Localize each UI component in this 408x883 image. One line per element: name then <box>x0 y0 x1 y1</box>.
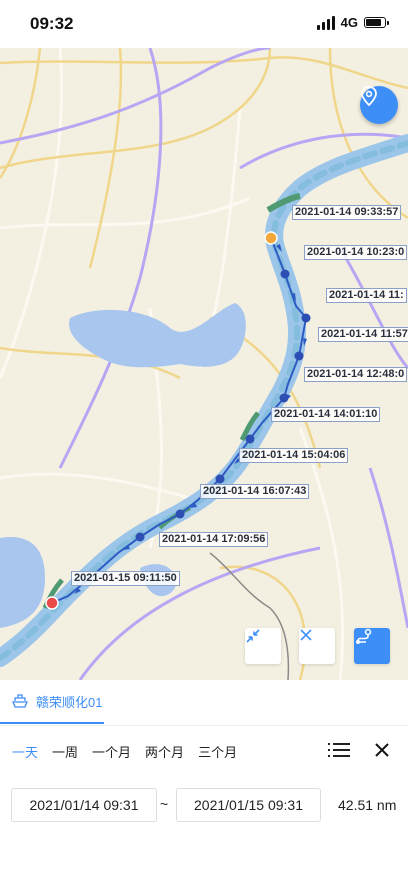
close-icon <box>375 743 389 757</box>
track-route-button[interactable] <box>354 628 390 664</box>
close-icon <box>300 629 312 641</box>
status-bar: 09:32 4G <box>0 0 408 48</box>
battery-icon <box>364 17 389 28</box>
end-time-field[interactable]: 2021/01/15 09:31 <box>176 788 321 822</box>
collapse-button[interactable] <box>245 628 281 664</box>
timestamp-label: 2021-01-14 11:57 <box>318 327 408 342</box>
start-point[interactable] <box>264 231 278 245</box>
map-view[interactable]: 2021-01-14 09:33:57 2021-01-14 10:23:0 2… <box>0 48 408 680</box>
route-icon <box>356 628 372 644</box>
track-point[interactable] <box>279 393 289 403</box>
range-three-months[interactable]: 三个月 <box>198 742 237 761</box>
clear-track-button[interactable] <box>299 628 335 664</box>
timestamp-label: 2021-01-14 11: <box>326 288 407 303</box>
time-range-tabs: 一天 一周 一个月 两个月 三个月 <box>12 742 237 761</box>
start-time-field[interactable]: 2021/01/14 09:31 <box>11 788 157 822</box>
timestamp-label: 2021-01-14 16:07:43 <box>200 484 310 499</box>
track-point[interactable] <box>135 532 145 542</box>
status-time: 09:32 <box>30 14 74 33</box>
close-panel-button[interactable] <box>372 740 392 760</box>
range-one-month[interactable]: 一个月 <box>92 742 131 761</box>
ship-name: 赣荣顺化01 <box>36 694 103 710</box>
track-point[interactable] <box>245 434 255 444</box>
timestamp-label: 2021-01-14 09:33:57 <box>292 205 402 220</box>
range-one-week[interactable]: 一周 <box>52 742 78 761</box>
ship-tab[interactable]: 赣荣顺化01 <box>0 680 104 724</box>
status-indicators: 4G <box>316 15 389 30</box>
range-separator: ~ <box>160 796 169 812</box>
list-icon <box>328 743 350 757</box>
location-pin-icon <box>361 86 377 106</box>
timestamp-label: 2021-01-14 10:23:0 <box>304 245 408 260</box>
track-point[interactable] <box>301 313 311 323</box>
track-panel: 赣荣顺化01 一天 一周 一个月 两个月 三个月 2021/01/14 09:3… <box>0 680 408 883</box>
map-canvas <box>0 48 408 680</box>
timestamp-label: 2021-01-15 09:11:50 <box>71 571 180 586</box>
total-distance: 42.51 nm <box>338 797 397 813</box>
collapse-arrows-icon <box>246 629 260 643</box>
range-two-months[interactable]: 两个月 <box>145 742 184 761</box>
location-button[interactable] <box>360 86 398 124</box>
timestamp-label: 2021-01-14 12:48:0 <box>304 367 408 382</box>
track-point[interactable] <box>280 269 290 279</box>
divider <box>0 725 408 726</box>
signal-icon <box>316 15 335 30</box>
timestamp-label: 2021-01-14 15:04:06 <box>239 448 349 463</box>
timestamp-label: 2021-01-14 14:01:10 <box>271 407 381 422</box>
list-button[interactable] <box>328 740 352 760</box>
track-point[interactable] <box>215 474 225 484</box>
end-point[interactable] <box>45 596 59 610</box>
ship-icon <box>12 694 28 708</box>
track-point[interactable] <box>294 351 304 361</box>
track-point[interactable] <box>175 509 185 519</box>
network-type: 4G <box>340 15 358 30</box>
timestamp-label: 2021-01-14 17:09:56 <box>159 532 269 547</box>
range-one-day[interactable]: 一天 <box>12 742 38 761</box>
